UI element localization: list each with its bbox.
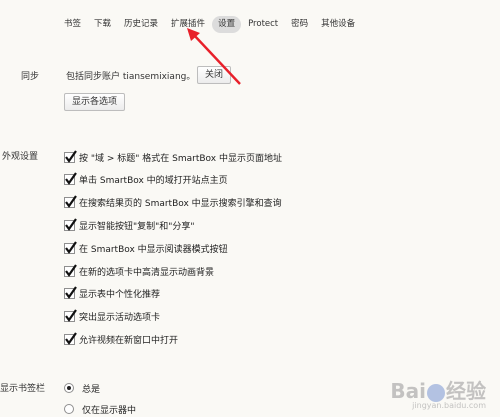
checkbox[interactable] xyxy=(64,286,77,300)
tab-history[interactable]: 历史记录 xyxy=(118,16,164,33)
settings-tab-bar: 书签 下载 历史记录 扩展插件 设置 Protect 密码 其他设备 xyxy=(58,14,362,34)
sync-account-text: 包括同步账户 tiansemixiang。 xyxy=(66,72,196,82)
checkbox-label: 单击 SmartBox 中的域打开站点主页 xyxy=(79,176,228,187)
radio-button[interactable] xyxy=(64,404,74,414)
tab-passwords[interactable]: 密码 xyxy=(285,16,314,33)
checkmark-icon xyxy=(65,241,77,254)
appearance-option[interactable]: 显示智能按钮"复制"和"分享" xyxy=(64,217,195,233)
checkbox-label: 显示表中个性化推荐 xyxy=(79,290,161,301)
close-sync-button[interactable]: 关闭 xyxy=(197,66,232,84)
checkmark-icon xyxy=(65,332,77,345)
appearance-option[interactable]: 显示表中个性化推荐 xyxy=(64,286,160,302)
radio-option-display-only[interactable]: 仅在显示器中 xyxy=(64,401,136,417)
checkmark-icon xyxy=(65,309,77,322)
tab-protect[interactable]: Protect xyxy=(242,16,284,33)
appearance-option[interactable]: 在新的选项卡中高清显示动画背景 xyxy=(64,263,214,279)
show-options-button[interactable]: 显示各选项 xyxy=(64,93,126,111)
radio-option-always[interactable]: 总是 xyxy=(64,380,100,396)
watermark-brand-suffix: 经验 xyxy=(446,379,486,403)
checkbox[interactable] xyxy=(64,149,77,163)
tab-bookmarks[interactable]: 书签 xyxy=(58,16,87,33)
tab-downloads[interactable]: 下载 xyxy=(88,16,117,33)
checkbox-label: 在搜索结果页的 SmartBox 中显示搜索引擎和查询 xyxy=(79,199,282,210)
checkbox[interactable] xyxy=(64,218,77,231)
checkbox-label: 允许视频在新窗口中打开 xyxy=(79,335,179,346)
checkmark-icon xyxy=(65,195,77,208)
radio-label: 仅在显示器中 xyxy=(82,405,137,416)
checkmark-icon xyxy=(65,149,77,163)
appearance-option[interactable]: 单击 SmartBox 中的域打开站点主页 xyxy=(64,172,228,188)
tab-settings[interactable]: 设置 xyxy=(212,15,242,33)
checkbox[interactable] xyxy=(64,309,77,323)
appearance-option[interactable]: 允许视频在新窗口中打开 xyxy=(64,331,178,347)
checkmark-icon xyxy=(65,172,77,186)
checkbox[interactable] xyxy=(64,172,77,186)
baidu-paw-icon xyxy=(427,383,445,402)
sync-section-label: 同步 xyxy=(21,72,40,82)
watermark-brand: Bai xyxy=(390,379,426,403)
checkbox[interactable] xyxy=(64,332,77,345)
radio-button[interactable] xyxy=(64,383,74,393)
appearance-option[interactable]: 突出显示活动选项卡 xyxy=(64,309,160,325)
radio-label: 总是 xyxy=(82,384,101,395)
checkbox-label: 按 "域 > 标题" 格式在 SmartBox 中显示页面地址 xyxy=(79,153,282,164)
appearance-option[interactable]: 在搜索结果页的 SmartBox 中显示搜索引擎和查询 xyxy=(64,195,282,211)
checkbox[interactable] xyxy=(64,263,77,277)
checkmark-icon xyxy=(65,263,77,277)
appearance-section-label: 外观设置 xyxy=(2,152,39,162)
checkbox-label: 突出显示活动选项卡 xyxy=(79,313,161,324)
tab-other-devices[interactable]: 其他设备 xyxy=(315,16,361,33)
checkmark-icon xyxy=(65,218,77,231)
appearance-option[interactable]: 按 "域 > 标题" 格式在 SmartBox 中显示页面地址 xyxy=(64,149,282,165)
checkbox-label: 在新的选项卡中高清显示动画背景 xyxy=(79,267,215,278)
checkbox-label: 显示智能按钮"复制"和"分享" xyxy=(79,221,195,232)
tab-extensions[interactable]: 扩展插件 xyxy=(165,16,211,33)
checkbox-label: 在 SmartBox 中显示阅读器模式按钮 xyxy=(79,244,228,255)
checkmark-icon xyxy=(65,286,77,300)
checkbox[interactable] xyxy=(64,195,77,209)
baidu-watermark: Bai 经验 jingyan.baidu.com xyxy=(390,375,486,410)
appearance-option[interactable]: 在 SmartBox 中显示阅读器模式按钮 xyxy=(64,240,228,256)
checkbox[interactable] xyxy=(64,241,77,254)
bookmarks-bar-section-label: 显示书签栏 xyxy=(0,384,46,394)
